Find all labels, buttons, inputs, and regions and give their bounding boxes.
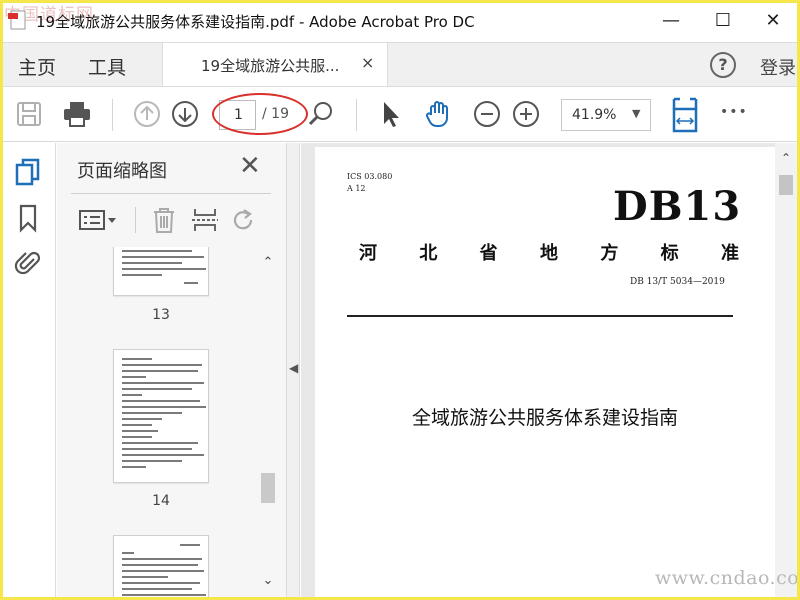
zoom-select[interactable]: 41.9% ▼ [561, 99, 651, 131]
scrollbar-thumb[interactable] [779, 175, 793, 195]
standard-code: DB13 [613, 183, 742, 230]
close-window-button[interactable]: ✕ [758, 8, 788, 34]
document-viewport: ICS 03.080 A 12 DB13 河 北 省 地 方 标 准 DB 13… [301, 143, 775, 600]
scrollbar-thumb[interactable] [261, 473, 275, 503]
more-tools-icon[interactable]: ••• [720, 104, 750, 134]
pane-tools-separator [135, 207, 136, 233]
standard-type-char: 北 [419, 243, 438, 264]
document-title: 全域旅游公共服务体系建设指南 [411, 407, 678, 429]
left-rail [0, 143, 56, 600]
zoom-out-icon[interactable] [472, 99, 502, 129]
thumbnail-page-number: 14 [152, 493, 170, 509]
pane-tools [71, 197, 271, 243]
select-cursor-icon[interactable] [376, 99, 406, 129]
bookmark-icon[interactable] [14, 203, 42, 233]
document-classification: ICS 03.080 A 12 [347, 171, 392, 195]
window-title: 19全域旅游公共服务体系建设指南.pdf - Adobe Acrobat Pro… [36, 13, 475, 31]
pdf-app-icon [8, 10, 26, 30]
chevron-down-icon: ▼ [632, 107, 641, 120]
standard-type-char: 方 [600, 243, 619, 264]
toolbar: 1 / 19 41.9% ▼ ••• [0, 86, 800, 142]
watermark-bottom: www.cndao.com [655, 567, 800, 589]
menu-bar: 主页 工具 19全域旅游公共服... × ? 登录 [0, 42, 800, 87]
document-tab-label: 19全域旅游公共服... [201, 57, 340, 75]
page-thumbnails-icon[interactable] [14, 157, 42, 187]
close-pane-icon[interactable]: ✕ [239, 151, 261, 181]
save-icon[interactable] [14, 99, 44, 129]
menu-home[interactable]: 主页 [18, 53, 56, 80]
pane-title: 页面缩略图 [77, 161, 167, 182]
help-icon[interactable]: ? [710, 52, 736, 78]
toolbar-separator [356, 99, 357, 131]
scroll-down-icon[interactable]: ⌄ [258, 573, 278, 591]
next-page-icon[interactable] [170, 99, 200, 129]
thumbnail-list: 13 14 [71, 247, 261, 600]
delete-page-icon[interactable] [151, 207, 177, 233]
zoom-search-icon[interactable] [306, 99, 336, 129]
login-button[interactable]: 登录 [760, 54, 796, 80]
print-icon[interactable] [62, 99, 92, 129]
header-rule [347, 315, 733, 317]
standard-type-char: 地 [539, 243, 558, 264]
standard-number: DB 13/T 5034—2019 [630, 277, 725, 287]
class-code: A 12 [347, 184, 366, 193]
pane-collapse-handle[interactable]: ◀ [286, 143, 300, 600]
previous-page-icon[interactable] [132, 99, 162, 129]
scroll-up-icon[interactable]: ⌃ [258, 255, 278, 273]
standard-type-char: 河 [359, 243, 377, 264]
close-tab-icon[interactable]: × [361, 53, 374, 72]
toolbar-separator [112, 99, 113, 131]
document-tab[interactable]: 19全域旅游公共服... × [162, 43, 388, 87]
thumbnail-page-14[interactable] [113, 349, 209, 483]
menu-tools[interactable]: 工具 [88, 53, 126, 80]
thumbnail-page-number: 13 [152, 307, 170, 323]
thumbnail-page-15[interactable] [113, 535, 209, 600]
ics-code: ICS 03.080 [347, 172, 393, 181]
scroll-up-icon[interactable]: ⌃ [776, 151, 796, 169]
zoom-value: 41.9% [572, 107, 617, 123]
standard-type-char: 标 [660, 243, 679, 264]
hand-tool-icon[interactable] [424, 99, 454, 129]
standard-type-char: 准 [720, 243, 739, 264]
maximize-button[interactable]: ☐ [708, 8, 738, 34]
zoom-in-icon[interactable] [511, 99, 541, 129]
insert-page-icon[interactable] [191, 207, 219, 233]
title-bar: 中国道标网 19全域旅游公共服务体系建设指南.pdf - Adobe Acrob… [0, 0, 800, 42]
thumbnails-pane: 页面缩略图 ✕ 13 14 ⌃ ⌄ [57, 143, 286, 600]
thumbnail-page-13[interactable] [113, 247, 209, 296]
thumbnail-options-icon[interactable] [79, 209, 119, 231]
standard-type-heading: 河 北 省 地 方 标 准 [359, 239, 739, 265]
chevron-left-icon: ◀ [289, 361, 299, 375]
pdf-page: ICS 03.080 A 12 DB13 河 北 省 地 方 标 准 DB 13… [315, 147, 775, 600]
rotate-page-icon[interactable] [231, 207, 257, 233]
attachment-icon[interactable] [14, 247, 42, 277]
fit-width-icon[interactable] [670, 97, 700, 133]
thumbnail-scrollbar[interactable]: ⌃ ⌄ [258, 255, 278, 593]
highlight-ellipse [212, 93, 308, 135]
pane-divider [71, 193, 271, 194]
minimize-button[interactable]: — [656, 8, 686, 34]
document-scrollbar[interactable]: ⌃ [775, 143, 797, 600]
standard-type-char: 省 [479, 243, 498, 264]
